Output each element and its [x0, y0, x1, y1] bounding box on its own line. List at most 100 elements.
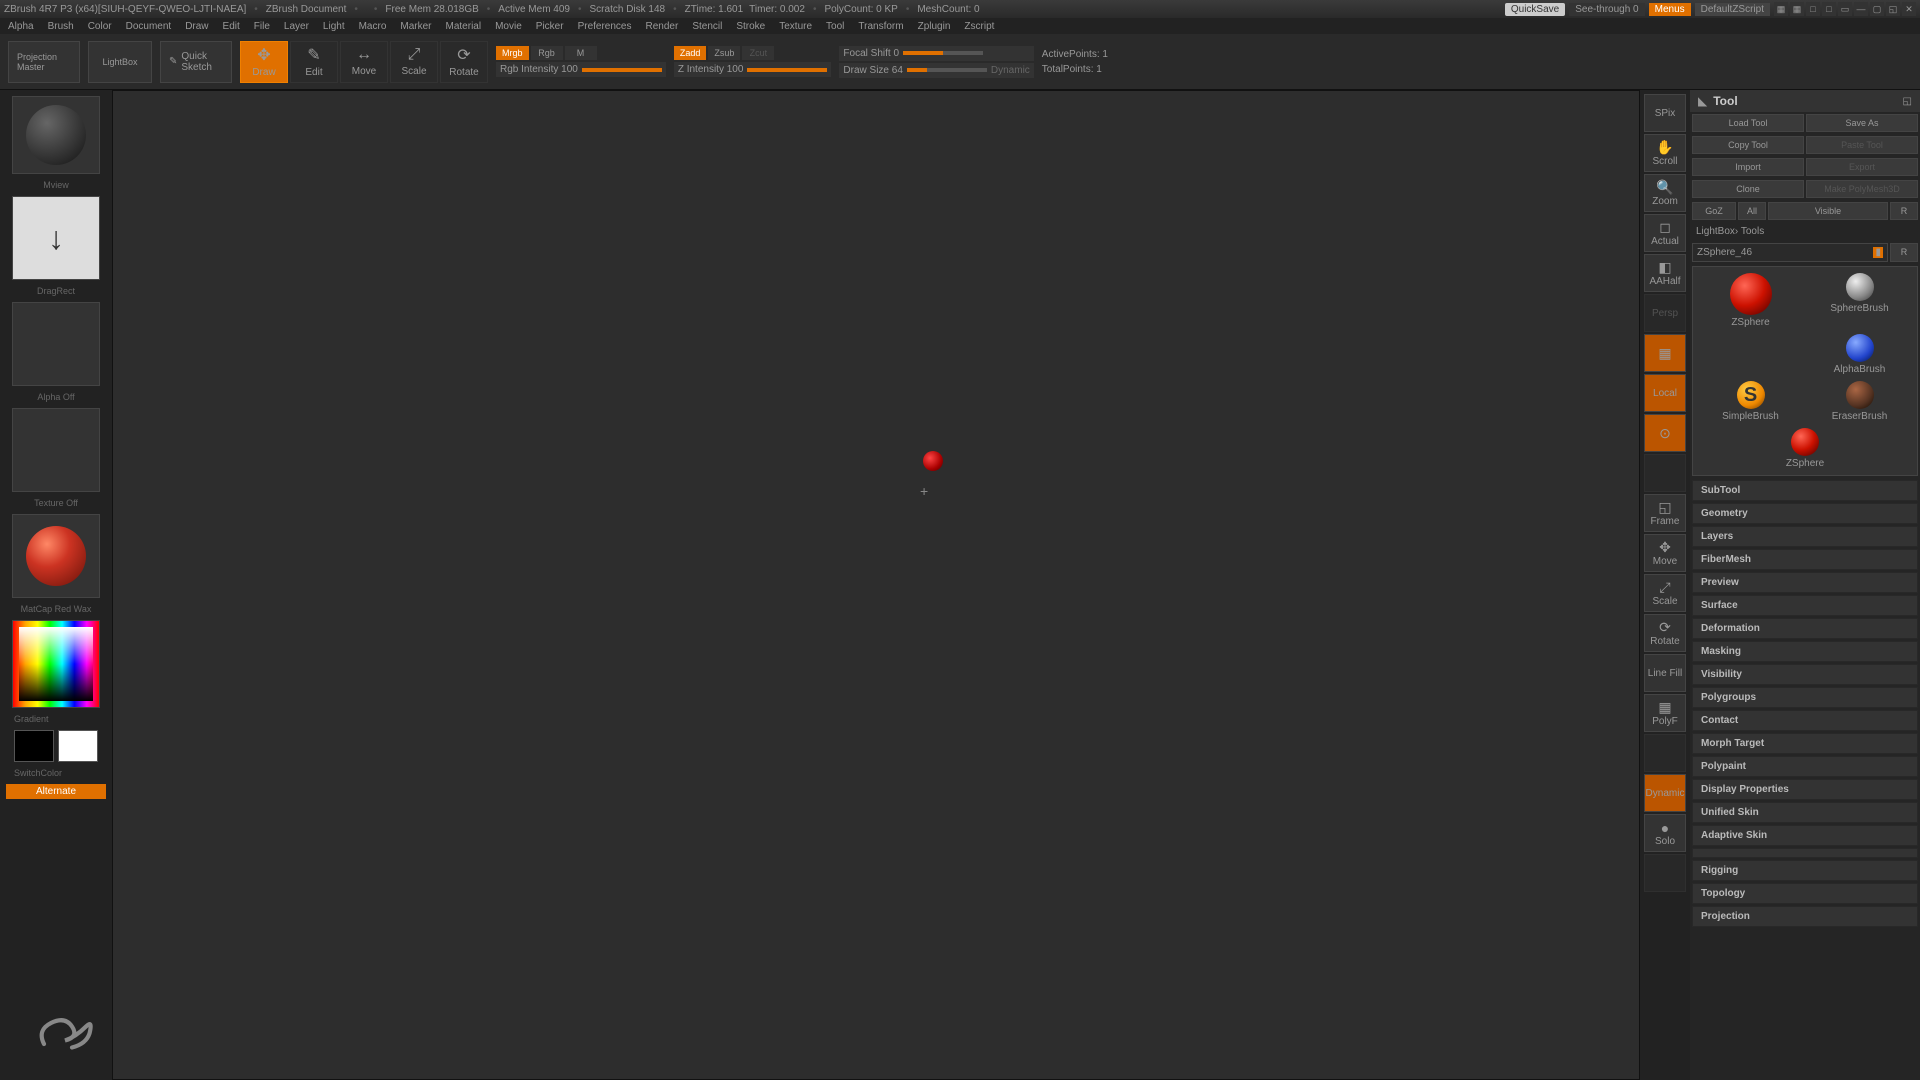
lightbox-button[interactable]: LightBox: [88, 41, 152, 83]
draw-size-slider[interactable]: Draw Size 64 Dynamic: [839, 63, 1033, 78]
spix-button[interactable]: SPix: [1644, 94, 1686, 132]
defaultscript-button[interactable]: DefaultZScript: [1695, 3, 1770, 16]
win-icon[interactable]: ▦: [1774, 2, 1788, 16]
tool-zsphere[interactable]: ZSphere: [1699, 273, 1802, 328]
frame-button[interactable]: ◱Frame: [1644, 494, 1686, 532]
menu-layer[interactable]: Layer: [284, 21, 309, 32]
copy-tool-button[interactable]: Copy Tool: [1692, 136, 1804, 154]
dock-icon[interactable]: ◱: [1903, 96, 1912, 107]
menu-material[interactable]: Material: [446, 21, 482, 32]
z-intensity-slider[interactable]: Z Intensity 100: [674, 62, 832, 77]
color-picker[interactable]: [12, 620, 100, 708]
win-icon[interactable]: ▦: [1790, 2, 1804, 16]
section-preview[interactable]: Preview: [1692, 572, 1918, 593]
menu-zscript[interactable]: Zscript: [964, 21, 994, 32]
section-unified-skin[interactable]: Unified Skin: [1692, 802, 1918, 823]
goz-all-button[interactable]: All: [1738, 202, 1766, 220]
projection-master-button[interactable]: Projection Master: [8, 41, 80, 83]
section-topology[interactable]: Topology: [1692, 883, 1918, 904]
section-layers[interactable]: Layers: [1692, 526, 1918, 547]
canvas-viewport[interactable]: +: [112, 90, 1640, 1080]
goz-visible-button[interactable]: Visible: [1768, 202, 1888, 220]
section-visibility[interactable]: Visibility: [1692, 664, 1918, 685]
win-icon[interactable]: ▭: [1838, 2, 1852, 16]
minimize-icon[interactable]: —: [1854, 2, 1868, 16]
section-geometry[interactable]: Geometry: [1692, 503, 1918, 524]
xpose-button[interactable]: [1644, 854, 1686, 892]
tool-spherebrush[interactable]: SphereBrush: [1808, 273, 1911, 328]
menu-draw[interactable]: Draw: [185, 21, 208, 32]
quicksave-button[interactable]: QuickSave: [1505, 3, 1565, 16]
menu-stroke[interactable]: Stroke: [736, 21, 765, 32]
load-tool-button[interactable]: Load Tool: [1692, 114, 1804, 132]
win-icon[interactable]: □: [1822, 2, 1836, 16]
rgb-button[interactable]: Rgb: [531, 46, 563, 60]
alpha-thumb[interactable]: [12, 302, 100, 386]
dynamic-button[interactable]: Dynamic: [1644, 774, 1686, 812]
menus-button[interactable]: Menus: [1649, 3, 1691, 16]
section-projection[interactable]: Projection: [1692, 906, 1918, 927]
menu-file[interactable]: File: [254, 21, 270, 32]
draw-mode-button[interactable]: ✥Draw: [240, 41, 288, 83]
lightbox-tools-label[interactable]: LightBox› Tools: [1690, 222, 1920, 241]
mrgb-button[interactable]: Mrgb: [496, 46, 529, 60]
swatch-black[interactable]: [14, 730, 54, 762]
menu-color[interactable]: Color: [88, 21, 112, 32]
rotate-nav-button[interactable]: ⟳Rotate: [1644, 614, 1686, 652]
quicksketch-button[interactable]: ✎ Quick Sketch: [160, 41, 232, 83]
zoom-button[interactable]: 🔍Zoom: [1644, 174, 1686, 212]
move-mode-button[interactable]: ↔Move: [340, 41, 388, 83]
aahalf-button[interactable]: ◧AAHalf: [1644, 254, 1686, 292]
persp-button[interactable]: Persp: [1644, 294, 1686, 332]
stroke-thumb[interactable]: ↓: [12, 196, 100, 280]
menu-light[interactable]: Light: [323, 21, 345, 32]
zsphere-object[interactable]: [923, 451, 943, 471]
move-nav-button[interactable]: ✥Move: [1644, 534, 1686, 572]
rotate-mode-button[interactable]: ⟳Rotate: [440, 41, 488, 83]
edit-mode-button[interactable]: ✎Edit: [290, 41, 338, 83]
section-zsketch[interactable]: [1692, 848, 1918, 858]
maximize-icon[interactable]: ▢: [1870, 2, 1884, 16]
zsub-button[interactable]: Zsub: [708, 46, 740, 60]
scale-nav-button[interactable]: ⤢Scale: [1644, 574, 1686, 612]
menu-texture[interactable]: Texture: [779, 21, 812, 32]
tool-simplebrush[interactable]: SSimpleBrush: [1699, 381, 1802, 422]
import-button[interactable]: Import: [1692, 158, 1804, 176]
alternate-button[interactable]: Alternate: [6, 784, 106, 799]
section-rigging[interactable]: Rigging: [1692, 860, 1918, 881]
floor-button[interactable]: ▦: [1644, 334, 1686, 372]
goz-r-button[interactable]: R: [1890, 202, 1918, 220]
section-polypaint[interactable]: Polypaint: [1692, 756, 1918, 777]
close-icon[interactable]: ✕: [1902, 2, 1916, 16]
paste-tool-button[interactable]: Paste Tool: [1806, 136, 1918, 154]
menu-brush[interactable]: Brush: [48, 21, 74, 32]
make-polymesh-button[interactable]: Make PolyMesh3D: [1806, 180, 1918, 198]
section-fibermesh[interactable]: FiberMesh: [1692, 549, 1918, 570]
texture-thumb[interactable]: [12, 408, 100, 492]
actual-button[interactable]: ◻Actual: [1644, 214, 1686, 252]
clone-button[interactable]: Clone: [1692, 180, 1804, 198]
seethrough-slider[interactable]: See-through 0: [1569, 3, 1644, 16]
section-morph-target[interactable]: Morph Target: [1692, 733, 1918, 754]
tool-zsphere2[interactable]: ZSphere: [1699, 428, 1911, 469]
switchcolor-button[interactable]: SwitchColor: [6, 768, 106, 778]
polyf-button[interactable]: ▦PolyF: [1644, 694, 1686, 732]
section-adaptive-skin[interactable]: Adaptive Skin: [1692, 825, 1918, 846]
solo-button[interactable]: ●Solo: [1644, 814, 1686, 852]
goz-button[interactable]: GoZ: [1692, 202, 1736, 220]
r-button[interactable]: R: [1890, 243, 1918, 262]
focal-shift-slider[interactable]: Focal Shift 0: [839, 46, 1033, 61]
section-masking[interactable]: Masking: [1692, 641, 1918, 662]
menu-render[interactable]: Render: [646, 21, 679, 32]
zcut-button[interactable]: Zcut: [742, 46, 774, 60]
menu-transform[interactable]: Transform: [858, 21, 903, 32]
linefill-button[interactable]: Line Fill: [1644, 654, 1686, 692]
section-subtool[interactable]: SubTool: [1692, 480, 1918, 501]
scroll-button[interactable]: ✋Scroll: [1644, 134, 1686, 172]
gradient-label[interactable]: Gradient: [6, 714, 106, 724]
menu-macro[interactable]: Macro: [359, 21, 387, 32]
restore-icon[interactable]: ◱: [1886, 2, 1900, 16]
tool-alphabrush[interactable]: AlphaBrush: [1808, 334, 1911, 375]
export-button[interactable]: Export: [1806, 158, 1918, 176]
scale-mode-button[interactable]: ⤢Scale: [390, 41, 438, 83]
